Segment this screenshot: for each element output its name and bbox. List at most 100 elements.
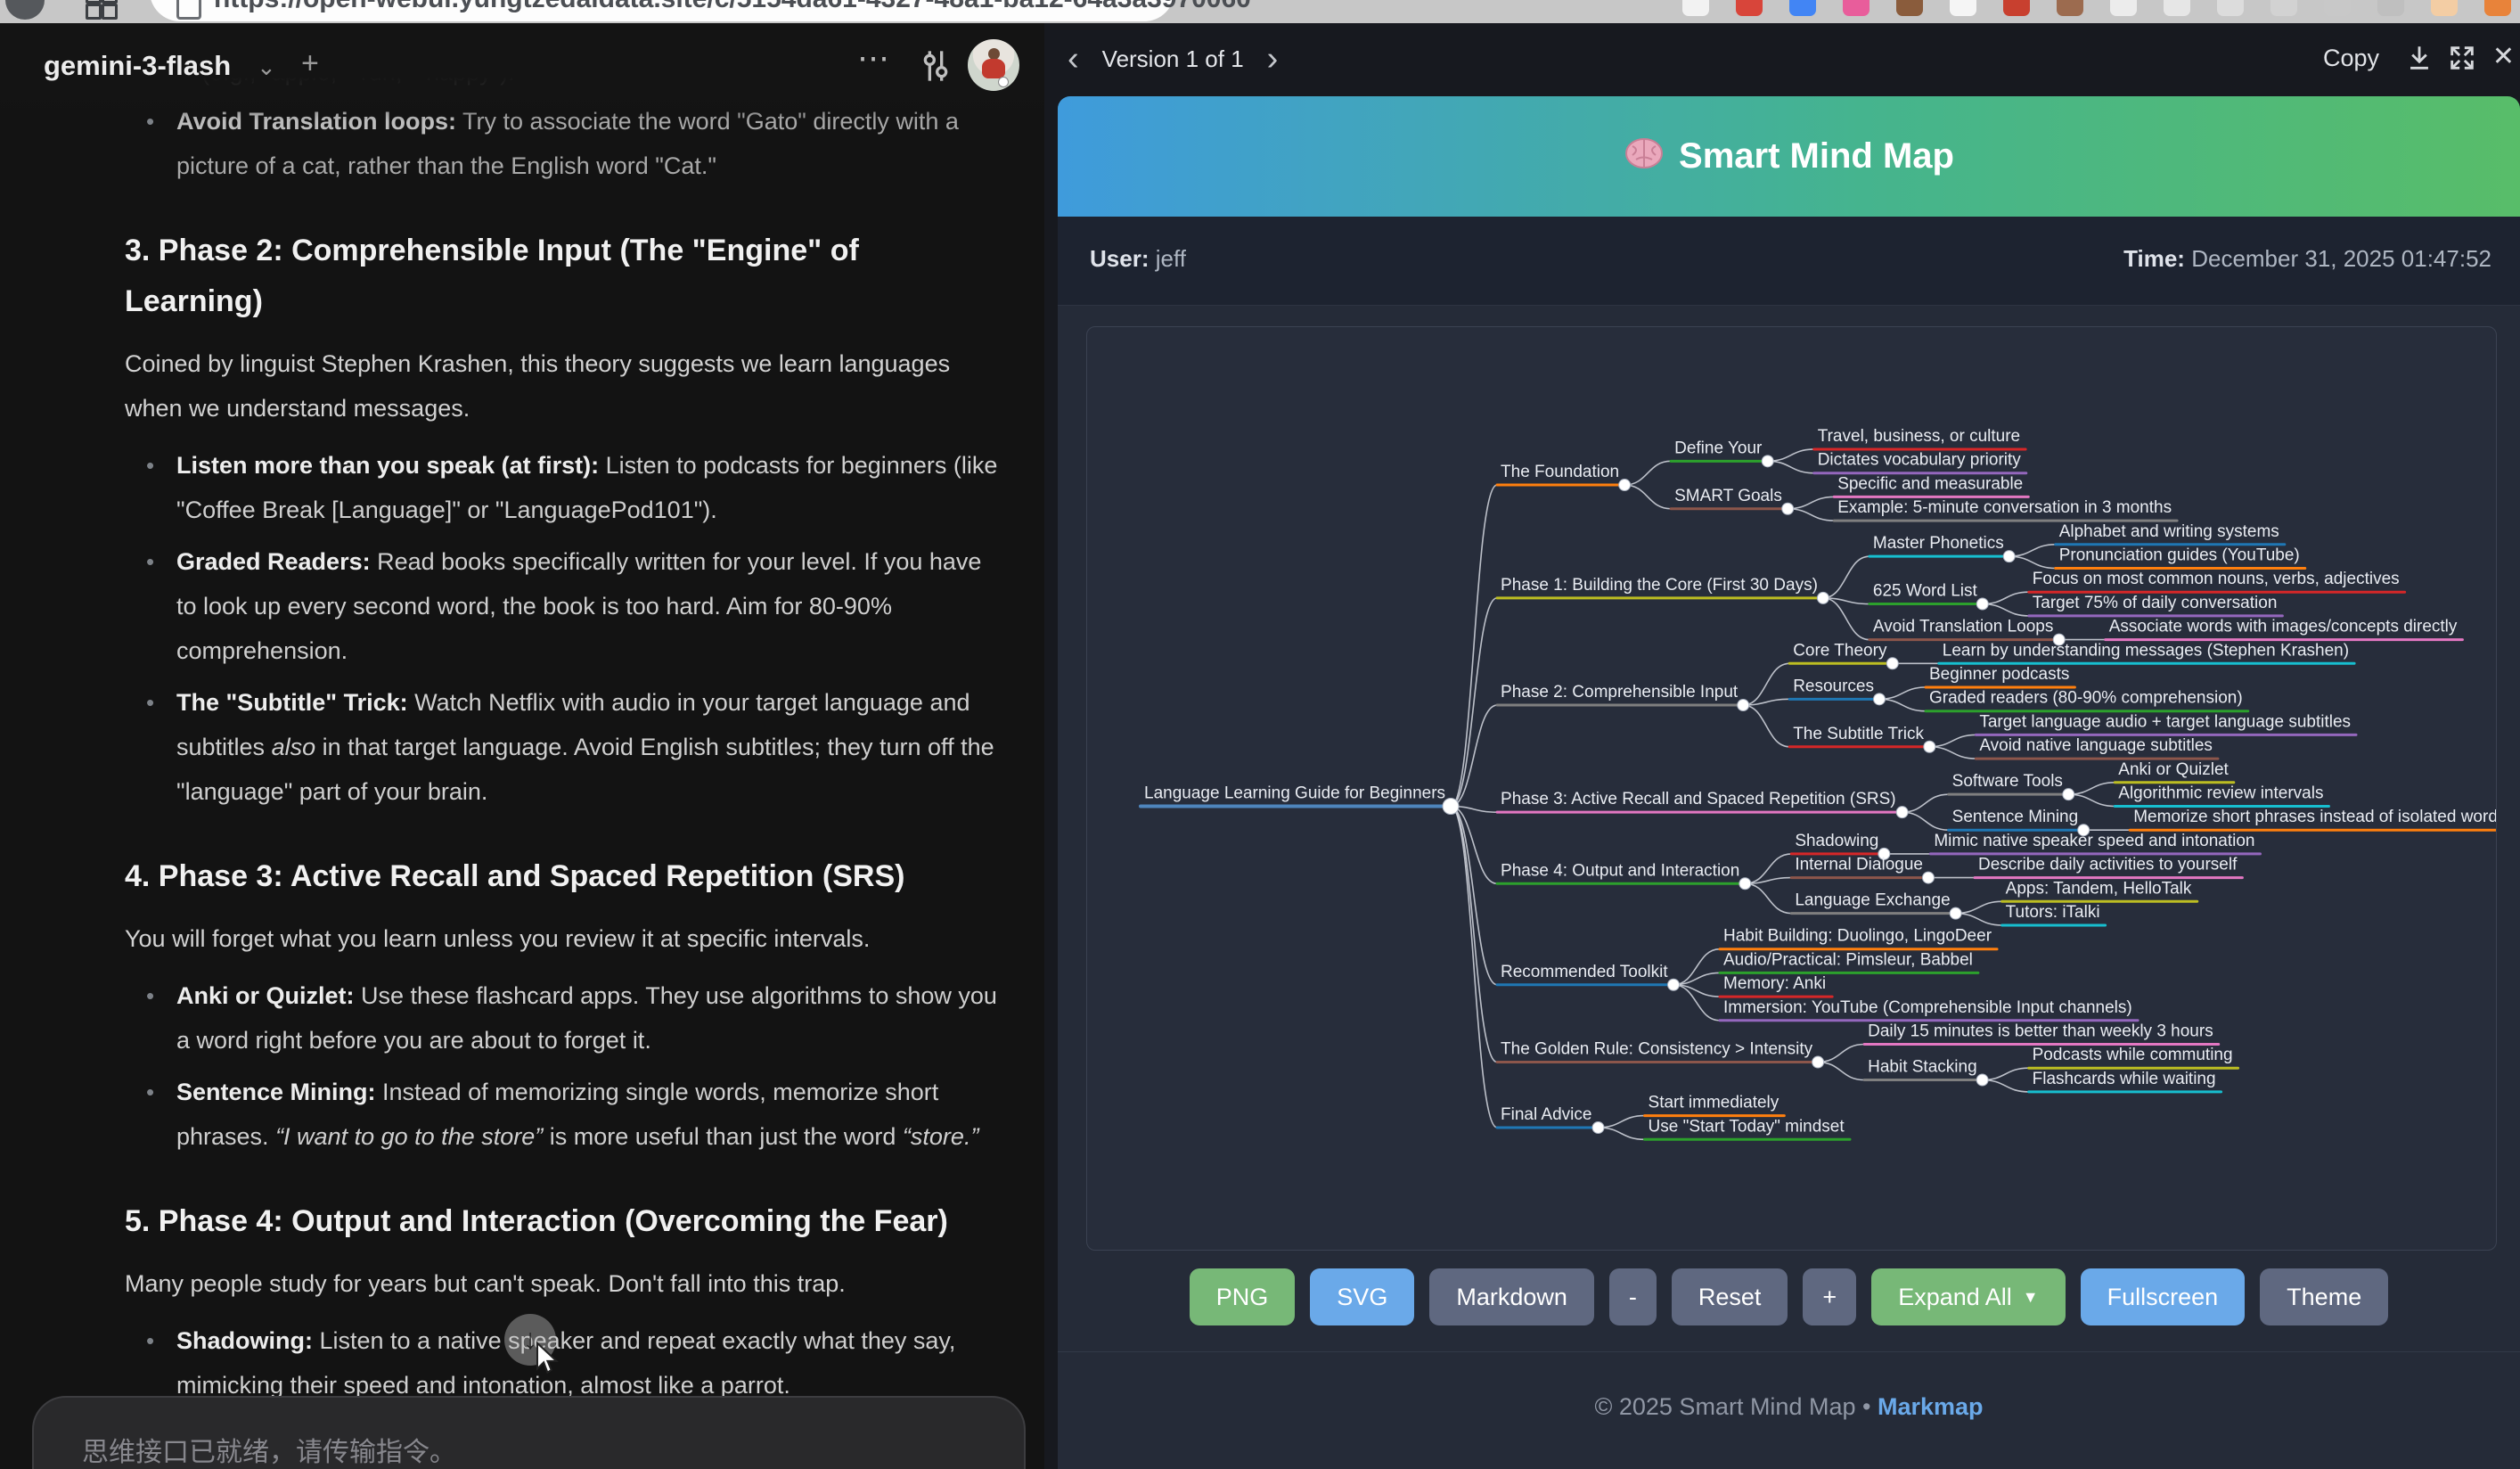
mindmap-card-header: Smart Mind Map [1058,96,2520,217]
svg-text:Dictates vocabulary priority: Dictates vocabulary priority [1818,451,2022,470]
chat-bullet: The "Subtitle" Trick: Watch Netflix with… [125,680,1002,814]
svg-text:Phase 3: Active Recall and Spa: Phase 3: Active Recall and Spaced Repeti… [1501,790,1896,808]
theme-button[interactable]: Theme [2260,1268,2388,1325]
model-selector[interactable]: gemini-3-flash [44,50,231,82]
extension-icon[interactable] [1736,0,1763,16]
svg-text:Avoid Translation Loops: Avoid Translation Loops [1873,618,2053,636]
chat-bullet: Anki or Quizlet: Use these flashcard app… [125,973,1002,1063]
extension-icon[interactable] [2217,0,2244,16]
more-options-icon[interactable]: ⋯ [857,39,891,77]
extension-icon[interactable] [2270,0,2297,16]
svg-button[interactable]: SVG [1310,1268,1414,1325]
svg-text:Target 75% of daily conversati: Target 75% of daily conversation [2033,594,2278,612]
mindmap-actions: PNGSVG Markdown-Reset + Expand All▼ Fullscre… [1058,1268,2520,1325]
app-root: https://open-webui.yungtzedaidata.site/c… [0,0,2520,1469]
next-version-button[interactable]: › [1267,41,1279,77]
svg-text:The Golden Rule: Consistency >: The Golden Rule: Consistency > Intensity [1501,1040,1813,1059]
svg-text:Tutors: iTalki: Tutors: iTalki [2006,903,2100,922]
chat-input[interactable]: 思维接口已就绪，请传输指令。 [32,1396,1026,1469]
meta-bar: User: jeff Time: December 31, 2025 01:47… [1058,217,2520,306]
svg-text:Podcasts while commuting: Podcasts while commuting [2033,1046,2233,1064]
time-info: Time: December 31, 2025 01:47:52 [2123,245,2491,273]
address-bar[interactable]: https://open-webui.yungtzedaidata.site/c… [150,0,1174,21]
svg-text:Apps: Tandem, HelloTalk: Apps: Tandem, HelloTalk [2006,879,2192,898]
svg-text:Mimic native speaker speed and: Mimic native speaker speed and intonatio… [1934,832,2254,850]
svg-text:Use "Start Today" mindset: Use "Start Today" mindset [1649,1117,1845,1136]
svg-text:Focus on most common nouns, ve: Focus on most common nouns, verbs, adjec… [2033,570,2400,588]
version-label: Version 1 of 1 [1102,45,1244,73]
extension-icon[interactable] [2164,0,2190,16]
extension-icon[interactable] [1950,0,1976,16]
--button[interactable]: + [1803,1268,1856,1325]
expand-all-button[interactable]: Expand All▼ [1871,1268,2065,1325]
png-button[interactable]: PNG [1190,1268,1296,1325]
user-info: User: jeff [1090,245,1186,273]
svg-text:Daily 15 minutes is better tha: Daily 15 minutes is better than weekly 3… [1868,1022,2213,1041]
extension-icon[interactable] [2110,0,2137,16]
svg-text:Language Exchange: Language Exchange [1795,891,1950,910]
svg-text:Target language audio + target: Target language audio + target language … [1979,712,2351,731]
svg-text:Language Learning Guide for Be: Language Learning Guide for Beginners [1144,784,1445,803]
svg-text:Immersion: YouTube (Comprehens: Immersion: YouTube (Comprehensible Input… [1723,998,2132,1017]
markdown-button[interactable]: Markdown [1429,1268,1594,1325]
apps-grid-icon[interactable] [86,0,112,14]
extension-icon[interactable] [1789,0,1816,16]
svg-text:Recommended Toolkit: Recommended Toolkit [1501,963,1668,981]
mindmap-card: Smart Mind Map User: jeff Time: December… [1058,96,2520,1469]
extension-icon[interactable] [1682,0,1709,16]
extension-icon[interactable] [2003,0,2030,16]
svg-text:Graded readers (80-90% compreh: Graded readers (80-90% comprehension) [1929,689,2243,708]
reset-button[interactable]: Reset [1672,1268,1788,1325]
svg-text:Define Your: Define Your [1674,439,1763,457]
svg-text:Memory: Anki: Memory: Anki [1723,974,1826,993]
fullscreen-button[interactable]: Fullscreen [2081,1268,2246,1325]
artifact-pane: ‹ Version 1 of 1 › Copy ✕ [1044,23,2520,1469]
copy-button[interactable]: Copy [2323,45,2379,72]
extension-icon[interactable] [2431,0,2458,16]
svg-text:Associate words with images/co: Associate words with images/concepts dir… [2109,618,2458,636]
prev-version-button[interactable]: ‹ [1068,41,1079,77]
chat-input-placeholder: 思维接口已就绪，请传输指令。 [82,1430,456,1469]
--button[interactable]: - [1609,1268,1657,1325]
brain-icon [1624,135,1665,177]
svg-text:Alphabet and writing systems: Alphabet and writing systems [2059,522,2279,541]
paragraph: Coined by linguist Stephen Krashen, this… [125,341,1002,431]
svg-text:625 Word List: 625 Word List [1873,582,1978,601]
svg-text:Specific and measurable: Specific and measurable [1837,474,2023,493]
svg-text:Resources: Resources [1793,677,1874,695]
svg-text:Final Advice: Final Advice [1501,1105,1591,1124]
card-footer: © 2025 Smart Mind Map • Markmap [1058,1351,2520,1421]
chat-bullet: Graded Readers: Read books specifically … [125,539,1002,673]
extension-icon[interactable] [2484,0,2511,16]
download-icon[interactable] [2404,43,2434,78]
svg-text:Shadowing: Shadowing [1795,832,1878,850]
chevron-down-icon[interactable]: ⌄ [257,53,276,81]
artifact-toolbar: ‹ Version 1 of 1 › Copy ✕ [1044,23,2520,96]
markmap-link[interactable]: Markmap [1878,1393,1984,1420]
extension-icon[interactable] [2324,0,2351,16]
new-chat-button[interactable]: + [301,46,319,81]
svg-text:Audio/Practical: Pimsleur, Bab: Audio/Practical: Pimsleur, Babbel [1723,950,1973,969]
extension-icon[interactable] [2377,0,2404,16]
browser-toolbar: https://open-webui.yungtzedaidata.site/c… [0,0,2520,23]
chat-message-area[interactable]: (e.g., "apple," "run," "happy").Avoid Tr… [125,23,1016,1469]
close-icon[interactable]: ✕ [2492,41,2515,72]
url-text: https://open-webui.yungtzedaidata.site/c… [214,0,1251,14]
mindmap-canvas[interactable]: Language Learning Guide for Beginners The… [1086,326,2497,1251]
mouse-cursor [533,1341,560,1381]
extension-icon[interactable] [1843,0,1870,16]
controls-sliders-icon[interactable] [918,46,953,90]
fullscreen-icon[interactable] [2447,43,2477,78]
browser-profile-icon[interactable] [5,0,45,20]
svg-text:The Foundation: The Foundation [1501,463,1619,481]
chat-pane: (e.g., "apple," "run," "happy").Avoid Tr… [0,23,1044,1469]
paragraph: Many people study for years but can't sp… [125,1261,1002,1306]
extension-icons [1682,0,2511,23]
avatar[interactable] [968,39,1019,91]
extension-icon[interactable] [1896,0,1923,16]
svg-text:Master Phonetics: Master Phonetics [1873,534,2004,553]
chat-bullet: Shadowing: Listen to a native speaker an… [125,1318,1002,1407]
svg-text:Algorithmic review intervals: Algorithmic review intervals [2118,784,2323,803]
svg-text:Example: 5-minute conversation: Example: 5-minute conversation in 3 mont… [1837,498,2172,517]
extension-icon[interactable] [2057,0,2083,16]
